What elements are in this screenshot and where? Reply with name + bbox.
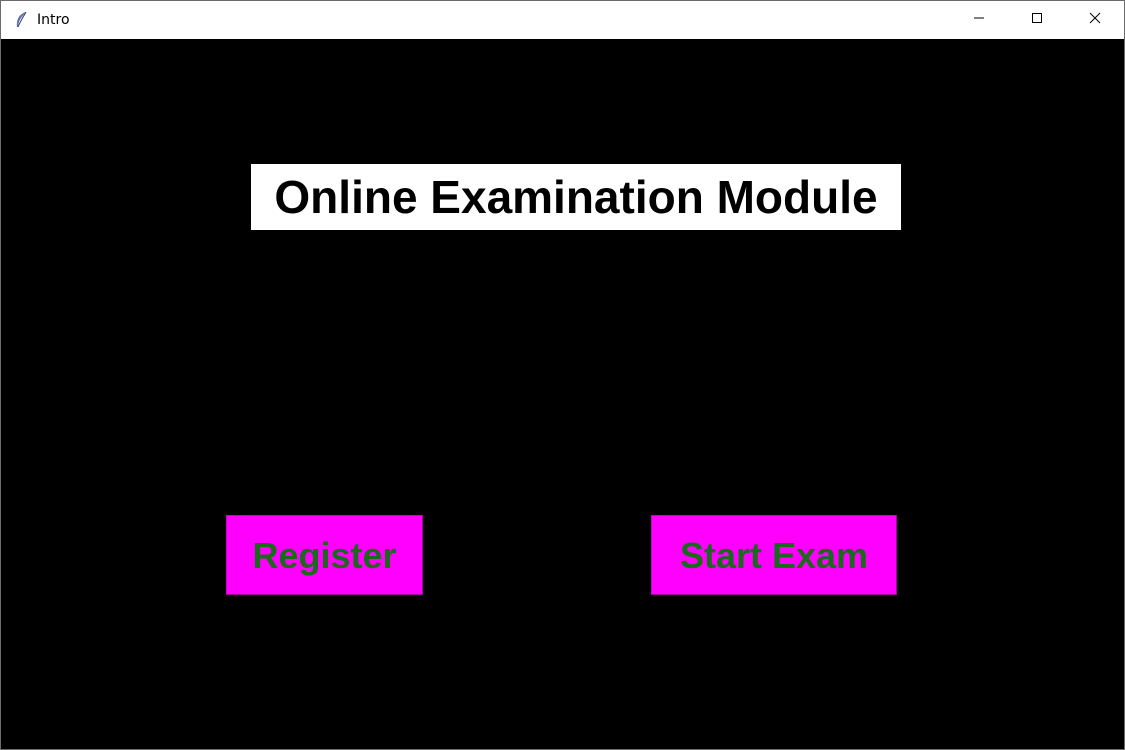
title-bar[interactable]: Intro bbox=[1, 1, 1124, 39]
page-title: Online Examination Module bbox=[251, 164, 901, 230]
close-icon bbox=[1089, 11, 1101, 29]
app-window: Intro Online Examination Module Register… bbox=[0, 0, 1125, 750]
minimize-button[interactable] bbox=[950, 1, 1008, 39]
window-controls bbox=[950, 1, 1124, 39]
maximize-icon bbox=[1031, 11, 1043, 29]
feather-icon bbox=[13, 11, 29, 29]
minimize-icon bbox=[973, 11, 985, 29]
window-title: Intro bbox=[37, 12, 70, 28]
start-exam-button[interactable]: Start Exam bbox=[651, 515, 897, 595]
register-button[interactable]: Register bbox=[226, 515, 423, 595]
maximize-button[interactable] bbox=[1008, 1, 1066, 39]
main-canvas: Online Examination Module Register Start… bbox=[1, 39, 1124, 749]
close-button[interactable] bbox=[1066, 1, 1124, 39]
